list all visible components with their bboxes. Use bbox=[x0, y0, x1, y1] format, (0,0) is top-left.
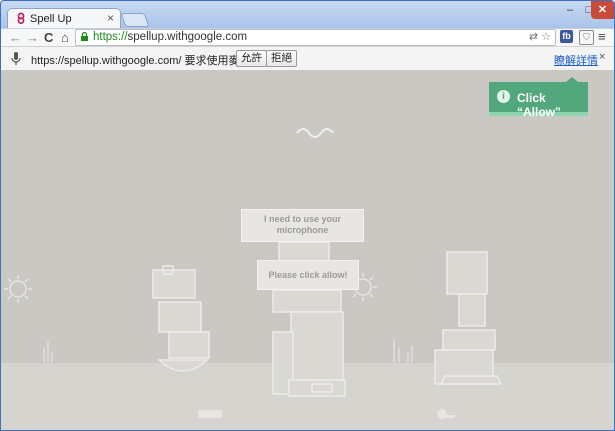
title-bar: Spell Up × – □ ✕ bbox=[1, 1, 614, 29]
tab-spell-up[interactable]: Spell Up × bbox=[7, 8, 121, 29]
microphone-request-sign: I need to use your microphone bbox=[241, 209, 364, 242]
microphone-icon bbox=[11, 52, 21, 65]
new-tab-button[interactable] bbox=[120, 13, 150, 27]
microphone-permission-infobar: https://spellup.withgoogle.com/ 要求使用麥克風。… bbox=[1, 46, 614, 71]
close-window-button[interactable]: ✕ bbox=[591, 1, 614, 19]
browser-window: Spell Up × – □ ✕ ← → C ⌂ https://spellup… bbox=[0, 0, 615, 431]
home-button[interactable]: ⌂ bbox=[61, 30, 69, 45]
allow-button[interactable]: 允許 bbox=[236, 50, 267, 67]
info-icon: i bbox=[497, 90, 510, 103]
address-bar[interactable]: https://spellup.withgoogle.com ⇄ ☆ bbox=[75, 29, 556, 46]
page-content: I need to use your microphone Please cli… bbox=[1, 70, 614, 430]
scene-illustration bbox=[4, 128, 503, 419]
right-robot-stack bbox=[434, 251, 503, 385]
url-text[interactable]: https://spellup.withgoogle.com bbox=[93, 31, 247, 43]
ground-props bbox=[198, 409, 455, 419]
reload-button[interactable]: C bbox=[44, 30, 53, 45]
click-allow-callout: i Click “Allow” bbox=[489, 77, 588, 119]
facebook-extension-button[interactable]: fb bbox=[560, 30, 573, 43]
wave-squiggle bbox=[296, 128, 334, 138]
callout-label: Click “Allow” bbox=[517, 91, 561, 119]
sun-left-icon bbox=[4, 275, 32, 303]
forward-button[interactable]: → bbox=[26, 30, 39, 45]
chrome-menu-button[interactable]: ≡ bbox=[598, 29, 606, 44]
omnibox-action-icons: ⇄ ☆ bbox=[529, 30, 551, 43]
infobar-close-icon[interactable]: × bbox=[599, 51, 605, 63]
learn-more-link[interactable]: 瞭解詳情 bbox=[554, 52, 598, 68]
grass-left bbox=[43, 340, 413, 362]
translate-icon[interactable]: ⇄ bbox=[529, 31, 538, 43]
tab-title: Spell Up bbox=[30, 13, 72, 25]
bookmark-star-icon[interactable]: ☆ bbox=[541, 31, 551, 43]
browser-toolbar: ← → C ⌂ https://spellup.withgoogle.com ⇄… bbox=[1, 28, 614, 46]
left-robot-stack bbox=[152, 265, 210, 372]
deny-button[interactable]: 拒絕 bbox=[266, 50, 297, 67]
click-allow-sign: Please click allow! bbox=[257, 260, 359, 290]
lock-icon bbox=[81, 32, 88, 41]
tab-close-icon[interactable]: × bbox=[107, 11, 114, 25]
shield-extension-icon[interactable]: ⛉ bbox=[579, 30, 594, 45]
spell-up-favicon-icon bbox=[17, 12, 25, 24]
back-button[interactable]: ← bbox=[9, 30, 22, 45]
